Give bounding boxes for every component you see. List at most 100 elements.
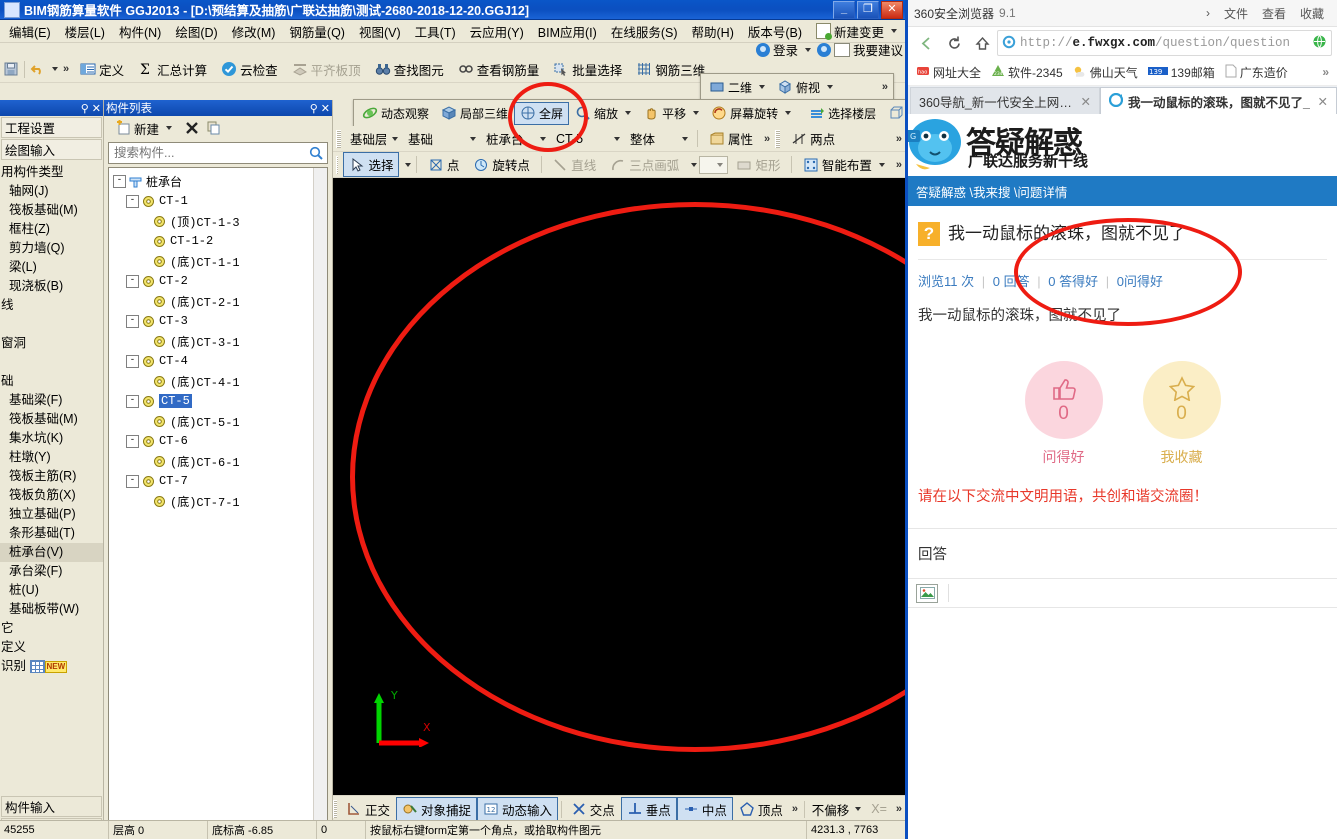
toolbar-button-zoom[interactable]: 缩放 (569, 102, 637, 125)
browser-menu-view[interactable]: 查看 (1255, 5, 1293, 22)
menu-item-floor[interactable]: 楼层(L) (58, 20, 112, 43)
stat-good-answers[interactable]: 0 答得好 (1048, 274, 1098, 289)
pin-icon[interactable]: ⚲ (310, 102, 318, 115)
snap-button-perpendicular[interactable]: 垂点 (620, 796, 677, 822)
undo-dropdown-icon[interactable] (52, 67, 58, 71)
toolbar-grip[interactable] (775, 129, 781, 148)
stat-answers[interactable]: 0 回答 (993, 274, 1030, 289)
twopoint-overflow-chevron[interactable]: » (893, 133, 905, 145)
property-button[interactable]: 属性 (703, 126, 759, 151)
chevron-down-icon[interactable] (759, 85, 766, 89)
tree-item-cap-beam[interactable]: 承台梁(F) (0, 562, 103, 581)
expand-toggle-icon[interactable]: - (113, 174, 126, 188)
browser-tab-question[interactable]: 我一动鼠标的滚珠，图就不见了_ ✕ (1100, 87, 1337, 114)
snap-button-vertex[interactable]: 顶点 (733, 797, 789, 822)
chevron-down-icon[interactable] (166, 126, 173, 130)
menu-item-view[interactable]: 视图(V) (352, 20, 408, 43)
tree-item-foundation-beam[interactable]: 基础梁(F) (0, 391, 103, 410)
toolbar-button-view-rebar-qty[interactable]: 查看钢筋量 (452, 57, 546, 82)
tree-item-pile-cap[interactable]: 桩承台(V) (0, 543, 103, 562)
tree-item-beam[interactable]: 梁(L) (0, 258, 103, 277)
tree-row-ct6[interactable]: - CT-6 (111, 431, 327, 451)
status-overflow-chevron[interactable]: » (893, 803, 905, 815)
tree-row-ct2[interactable]: - CT-2 (111, 271, 327, 291)
action-favorite[interactable]: 0 我收藏 (1142, 361, 1221, 467)
tree-item-axis-grid[interactable]: 轴网(J) (0, 182, 103, 201)
toolbar-grip[interactable] (333, 800, 337, 818)
bookmark-2345[interactable]: 2345 软件-2345 (991, 64, 1063, 81)
drawing-canvas[interactable]: Y X (333, 178, 905, 795)
selector-overflow-chevron[interactable]: » (761, 133, 773, 145)
browser-menu-file[interactable]: 文件 (1217, 5, 1255, 22)
tree-item-isolated-foundation[interactable]: 独立基础(P) (0, 505, 103, 524)
toolbar-button-screen-rotate[interactable]: 屏幕旋转 (705, 102, 797, 125)
tree-item-pile[interactable]: 桩(U) (0, 581, 103, 600)
tree-row-ct2-1[interactable]: (底)CT-2-1 (111, 291, 327, 311)
login-button[interactable]: 登录 (755, 40, 811, 59)
offset-mode-selector[interactable]: 不偏移 (808, 800, 866, 818)
toolbar-grip[interactable] (336, 129, 341, 148)
home-button[interactable] (969, 31, 995, 55)
tree-item-strip-foundation[interactable]: 条形基础(T) (0, 524, 103, 543)
browser-tab-360nav[interactable]: 360导航_新一代安全上网导航 ✕ (910, 87, 1100, 114)
delete-component-icon[interactable] (184, 120, 200, 136)
floor-selector[interactable]: 基础层 (346, 130, 402, 148)
left-panel-item-draw-input[interactable]: 绘图输入 (1, 139, 102, 160)
search-input[interactable] (109, 145, 308, 161)
snap-button-dynamic-input[interactable]: 12 动态输入 (477, 796, 559, 822)
translate-icon[interactable] (1312, 34, 1327, 52)
tab-close-icon[interactable]: ✕ (1081, 94, 1091, 109)
snap-button-intersection[interactable]: 交点 (565, 797, 621, 822)
tree-row-ct1-2[interactable]: CT-1-2 (111, 231, 327, 251)
menu-item-rebar-qty[interactable]: 钢筋量(Q) (282, 20, 352, 43)
close-button[interactable]: ✕ (881, 0, 903, 19)
menu-item-cloud[interactable]: 云应用(Y) (463, 20, 531, 43)
snap-button-ortho[interactable]: 正交 (340, 797, 396, 822)
menu-item-tools[interactable]: 工具(T) (408, 20, 463, 43)
pin-icon[interactable]: ⚲ (81, 102, 89, 115)
menu-item-edit[interactable]: 编辑(E) (2, 20, 58, 43)
address-bar[interactable]: http://e.fwxgx.com/question/question (997, 30, 1332, 56)
tree-row-ct1[interactable]: - CT-1 (111, 191, 327, 211)
toolbar-button-select-floor[interactable]: 选择楼层 (803, 102, 882, 125)
toolbar-button-define[interactable]: 定义 (74, 57, 130, 82)
menu-item-bim[interactable]: BIM应用(I) (531, 20, 604, 43)
select-tool-dropdown-icon[interactable] (405, 162, 412, 167)
back-button[interactable] (913, 31, 939, 55)
tree-group-common-types[interactable]: 用构件类型 (0, 163, 103, 182)
expand-toggle-icon[interactable]: - (126, 274, 139, 288)
toolbar-button-fullscreen[interactable]: 全屏 (514, 101, 570, 125)
search-icon[interactable] (308, 145, 324, 161)
stat-good-questions[interactable]: 0问得好 (1117, 274, 1163, 289)
undo-icon[interactable] (30, 61, 46, 77)
tree-row-ct7[interactable]: - CT-7 (111, 471, 327, 491)
snap-button-midpoint[interactable]: 中点 (676, 796, 733, 822)
new-component-button[interactable]: 新建 (109, 116, 178, 141)
bookmark-hao123[interactable]: hao 网址大全 (916, 64, 981, 81)
minimize-button[interactable]: _ (833, 0, 855, 19)
refresh-button[interactable] (941, 31, 967, 55)
toolbar-button-local-3d[interactable]: 局部三维 (435, 102, 514, 125)
tree-row-ct5-1[interactable]: (底)CT-5-1 (111, 411, 327, 431)
tree-group-line[interactable]: 线 (0, 296, 103, 315)
menu-item-online[interactable]: 在线服务(S) (604, 20, 685, 43)
chevron-down-icon[interactable] (693, 111, 700, 115)
expand-toggle-icon[interactable]: - (126, 474, 139, 488)
browser-menu-favorites[interactable]: 收藏 (1293, 5, 1331, 22)
toolbar-button-cloud-check[interactable]: 云检查 (215, 57, 284, 82)
toolbar-button-wireframe[interactable]: 线框 (882, 102, 905, 125)
browser-menu-chevron-icon[interactable]: › (1199, 6, 1217, 20)
toolbar-button-pan[interactable]: 平移 (637, 102, 705, 125)
snap-overflow-chevron[interactable]: » (789, 803, 801, 815)
expand-toggle-icon[interactable]: - (126, 314, 139, 328)
menu-item-modify[interactable]: 修改(M) (225, 20, 283, 43)
scope-selector[interactable]: 整体 (626, 130, 692, 148)
chevron-down-icon[interactable] (827, 85, 834, 89)
component-selector[interactable]: CT-5 (552, 130, 624, 148)
tree-row-ct4-1[interactable]: (底)CT-4-1 (111, 371, 327, 391)
bookmarks-overflow-chevron[interactable]: » (1322, 65, 1329, 79)
tree-row-ct4[interactable]: - CT-4 (111, 351, 327, 371)
tree-item-raft-foundation-2[interactable]: 筏板基础(M) (0, 410, 103, 429)
chevron-down-icon[interactable] (785, 111, 792, 115)
action-good-question[interactable]: 0 问得好 (1024, 361, 1103, 467)
